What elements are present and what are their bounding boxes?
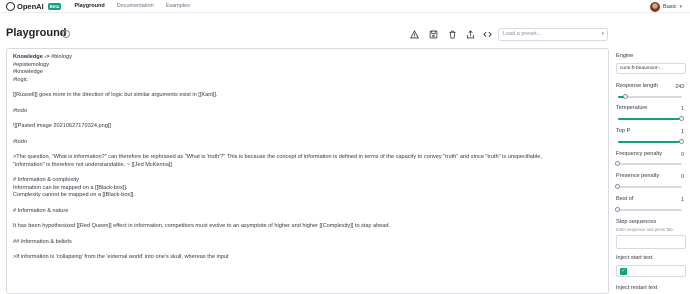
editor-line: ![[Pasted image 20210627170324.png]] xyxy=(13,123,608,131)
warning-icon[interactable] xyxy=(410,30,419,39)
share-icon[interactable] xyxy=(466,30,475,39)
response-length-label: Response length xyxy=(616,83,658,89)
openai-logo-icon xyxy=(6,1,15,11)
editor-line-text: >If information is 'collapsing' from the… xyxy=(13,254,229,260)
editor-line-text: It has been hypothesized [[Red Queen]] e… xyxy=(13,223,391,229)
preset-select[interactable]: Load a preset... ▾ xyxy=(498,28,608,41)
top-p-value: 1 xyxy=(681,129,684,135)
best-of-slider[interactable] xyxy=(615,207,682,212)
code-icon[interactable] xyxy=(483,30,492,39)
editor-line-text: #biology xyxy=(51,54,72,60)
frequency-penalty-value: 0 xyxy=(681,152,684,158)
editor-line: # Information & complexity xyxy=(13,177,608,185)
temperature-value: 1 xyxy=(681,106,684,112)
top-p-label: Top P xyxy=(616,128,631,134)
editor-line-text: ![[Pasted image 20210627170324.png]] xyxy=(13,123,111,129)
best-of-value: 1 xyxy=(681,197,684,203)
editor-line: #todo xyxy=(13,108,608,116)
save-icon[interactable] xyxy=(429,30,438,39)
editor-line-text: #logic xyxy=(13,76,28,83)
account-label: Basic xyxy=(663,4,677,10)
editor-line-bold: Knowledge -> xyxy=(13,54,52,60)
editor-line: # Information & nature xyxy=(13,208,608,216)
stop-sequences-input[interactable] xyxy=(616,235,686,249)
response-length-value: 243 xyxy=(675,84,684,90)
logo-text: OpenAI xyxy=(17,1,44,11)
editor-line: ## Information & beliefs xyxy=(13,239,608,247)
inject-start-label: Inject start text xyxy=(616,255,653,261)
info-icon[interactable]: i xyxy=(62,30,70,38)
page-title: Playground xyxy=(6,27,67,39)
editor-line: Complexity cannot be mapped on a [[Black… xyxy=(13,192,608,200)
editor-line-text: Complexity cannot be mapped on a [[Black… xyxy=(13,192,135,198)
editor-line-text: ## Information & beliefs xyxy=(13,238,72,245)
response-length-slider[interactable] xyxy=(618,94,682,99)
top-p-slider[interactable] xyxy=(618,139,684,144)
editor-line-text: >The question, "What is information?" ca… xyxy=(13,154,542,160)
editor-line: "information" is therefore not understan… xyxy=(13,162,608,170)
checkbox-checked-icon[interactable]: ✓ xyxy=(620,268,627,275)
editor-line: Information can be mapped on a [[Black-b… xyxy=(13,185,608,193)
beta-badge: Beta xyxy=(47,2,62,10)
editor-line: It has been hypothesized [[Red Queen]] e… xyxy=(13,223,608,231)
presence-penalty-value: 0 xyxy=(681,174,684,180)
editor-line: #todo xyxy=(13,139,608,147)
inject-start-input[interactable]: ✓ xyxy=(616,265,686,277)
temperature-label: Temperature xyxy=(616,105,648,111)
stop-sequences-hint: Enter sequence and press Tab xyxy=(616,227,673,232)
editor-line: [[Russell]] goes more in the direction o… xyxy=(13,92,608,100)
frequency-penalty-slider[interactable] xyxy=(615,161,682,166)
avatar xyxy=(650,2,661,12)
best-of-label: Best of xyxy=(616,196,634,202)
editor-line-text: Information can be mapped on a [[Black-b… xyxy=(13,184,128,191)
openai-logo[interactable]: OpenAI Beta xyxy=(6,1,62,11)
presence-penalty-slider[interactable] xyxy=(615,184,682,189)
engine-select[interactable]: curie:ft-beaumont-... xyxy=(616,63,686,74)
inject-restart-label: Inject restart text xyxy=(616,285,658,291)
editor-line: >If information is 'collapsing' from the… xyxy=(13,254,608,262)
editor-line-text: #epistemology xyxy=(13,61,50,68)
editor-line-text: # Information & complexity xyxy=(13,177,79,183)
chevron-down-icon: ▾ xyxy=(601,31,604,37)
engine-label: Engine xyxy=(616,53,634,59)
editor-line-text: #knowledge xyxy=(13,69,43,75)
editor-line-text: [[Russell]] goes more in the direction o… xyxy=(13,92,218,98)
nav-documentation[interactable]: Documentation xyxy=(117,3,154,9)
editor-line: #logic xyxy=(13,77,608,85)
temperature-slider[interactable] xyxy=(618,116,684,121)
account-menu[interactable]: Basic ▾ xyxy=(650,2,682,12)
top-nav: OpenAI Beta Playground Documentation Exa… xyxy=(0,0,690,13)
editor-line: Knowledge -> #biology xyxy=(13,54,608,62)
preset-placeholder: Load a preset... xyxy=(503,31,542,37)
editor-line: #epistemology xyxy=(13,62,608,70)
editor-line-text: #todo xyxy=(13,138,27,145)
editor-line-text: "information" is therefore not understan… xyxy=(13,161,172,168)
nav-examples[interactable]: Examples xyxy=(166,3,190,9)
editor-line-text: #todo xyxy=(13,107,27,114)
stop-sequences-label: Stop sequences xyxy=(616,219,657,225)
nav-playground[interactable]: Playground xyxy=(74,3,104,9)
presence-penalty-label: Presence penalty xyxy=(616,173,660,179)
delete-icon[interactable] xyxy=(448,30,457,39)
editor-line: #knowledge xyxy=(13,69,608,77)
engine-value: curie:ft-beaumont-... xyxy=(620,66,663,71)
editor-line-text: # Information & nature xyxy=(13,207,69,214)
prompt-editor[interactable]: Knowledge -> #biology #epistemology #knowl… xyxy=(6,48,609,294)
editor-line: >The question, "What is information?" ca… xyxy=(13,154,608,162)
chevron-down-icon: ▾ xyxy=(679,4,682,10)
frequency-penalty-label: Frequency penalty xyxy=(616,151,663,157)
